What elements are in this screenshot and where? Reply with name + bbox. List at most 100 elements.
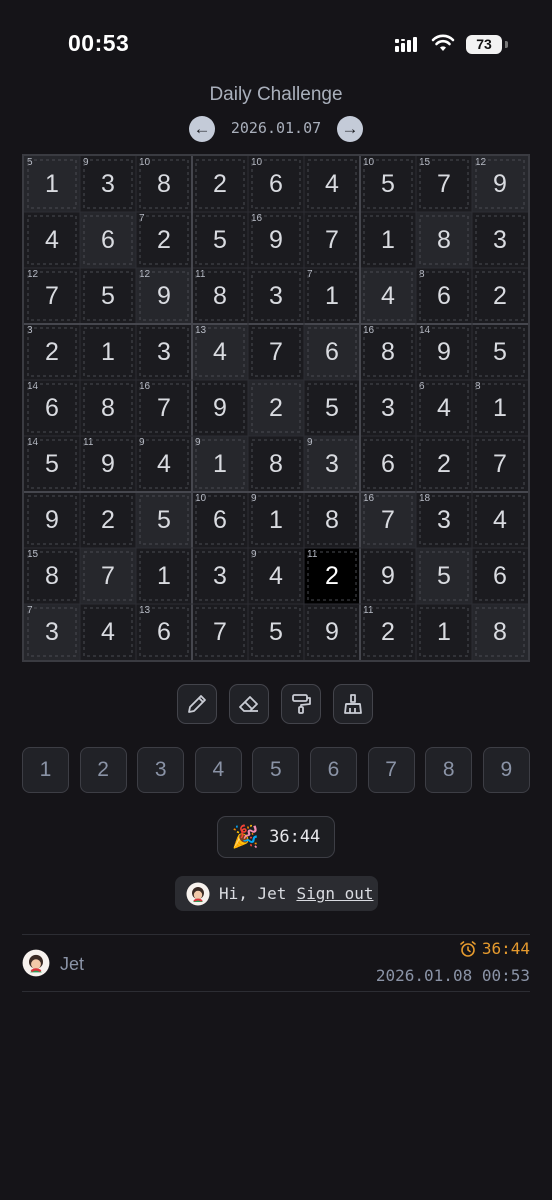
board-cell[interactable]: 3 <box>136 324 192 380</box>
board-cell[interactable]: 8 10 <box>136 156 192 212</box>
board-cell[interactable]: 9 <box>24 492 80 548</box>
board-cell[interactable]: 5 <box>304 380 360 436</box>
board-cell[interactable]: 8 <box>80 380 136 436</box>
number-button[interactable]: 2 <box>79 747 127 793</box>
board-cell[interactable]: 5 <box>472 324 528 380</box>
board-cell[interactable]: 4 13 <box>192 324 248 380</box>
number-button[interactable]: 5 <box>252 747 300 793</box>
board-cell[interactable]: 9 14 <box>416 324 472 380</box>
board-cell[interactable]: 5 10 <box>360 156 416 212</box>
board-cell[interactable]: 5 <box>80 268 136 324</box>
board-cell[interactable]: 7 <box>192 604 248 660</box>
board-cell[interactable]: 9 16 <box>248 212 304 268</box>
cage-sum-label: 9 <box>251 493 257 504</box>
board-cell[interactable]: 2 <box>80 492 136 548</box>
board-cell[interactable]: 7 <box>472 436 528 492</box>
board-cell[interactable]: 4 <box>24 212 80 268</box>
paint-roller-tool-button[interactable] <box>281 684 321 724</box>
number-button[interactable]: 7 <box>367 747 415 793</box>
board-cell[interactable]: 1 <box>360 212 416 268</box>
board-cell[interactable]: 7 <box>80 548 136 604</box>
board-cell[interactable]: 7 16 <box>136 380 192 436</box>
board-cell[interactable]: 9 11 <box>80 436 136 492</box>
board-cell[interactable]: 39 <box>80 156 136 212</box>
sign-out-link[interactable]: Sign out <box>296 884 373 903</box>
board-cell[interactable]: 49 <box>248 548 304 604</box>
board-cell[interactable]: 6 14 <box>24 380 80 436</box>
pencil-tool-button[interactable] <box>177 684 217 724</box>
board-cell[interactable]: 8 <box>304 492 360 548</box>
number-button[interactable]: 3 <box>137 747 185 793</box>
board-cell[interactable]: 37 <box>24 604 80 660</box>
board-cell[interactable]: 6 <box>360 436 416 492</box>
board-cell[interactable]: 15 <box>24 156 80 212</box>
board-cell[interactable]: 9 12 <box>472 156 528 212</box>
board-cell[interactable]: 6 10 <box>248 156 304 212</box>
board-cell[interactable]: 3 18 <box>416 492 472 548</box>
board-cell[interactable]: 19 <box>248 492 304 548</box>
board-cell[interactable]: 8 <box>416 212 472 268</box>
board-cell[interactable]: 6 <box>472 548 528 604</box>
board-cell[interactable]: 9 <box>304 604 360 660</box>
board-cell[interactable]: 7 <box>304 212 360 268</box>
board-cell[interactable]: 6 <box>80 212 136 268</box>
board-cell[interactable]: 9 <box>360 548 416 604</box>
board-cell[interactable]: 2 11 <box>360 604 416 660</box>
board-cell[interactable]: 7 12 <box>24 268 80 324</box>
board-cell[interactable]: 39 <box>304 436 360 492</box>
board-cell[interactable]: 5 14 <box>24 436 80 492</box>
board-cell[interactable]: 2 <box>472 268 528 324</box>
board-cell[interactable]: 49 <box>136 436 192 492</box>
board-cell[interactable]: 7 16 <box>360 492 416 548</box>
board-cell[interactable]: 4 <box>304 156 360 212</box>
board-cell[interactable]: 8 <box>248 436 304 492</box>
board-cell[interactable]: 2 <box>248 380 304 436</box>
board-cell[interactable]: 1 <box>136 548 192 604</box>
number-button[interactable]: 8 <box>425 747 473 793</box>
cell-value: 3 <box>101 169 115 198</box>
number-button[interactable]: 4 <box>194 747 242 793</box>
board-cell[interactable]: 8 <box>472 604 528 660</box>
board-cell[interactable]: 7 <box>248 324 304 380</box>
board-cell[interactable]: 4 <box>360 268 416 324</box>
board-cell[interactable]: 2 <box>192 156 248 212</box>
board-cell[interactable]: 4 <box>472 492 528 548</box>
board-cell[interactable]: 5 <box>136 492 192 548</box>
board-cell[interactable]: 3 <box>248 268 304 324</box>
cell-value: 2 <box>269 393 283 422</box>
previous-day-button[interactable]: ← <box>189 116 215 142</box>
board-cell[interactable]: 5 <box>416 548 472 604</box>
number-button[interactable]: 9 <box>482 747 530 793</box>
eraser-tool-button[interactable] <box>229 684 269 724</box>
number-button[interactable]: 1 <box>22 747 69 793</box>
broom-tool-button[interactable] <box>333 684 373 724</box>
board-cell[interactable]: 9 12 <box>136 268 192 324</box>
board-cell[interactable]: 1 <box>416 604 472 660</box>
board-cell[interactable]: 9 <box>192 380 248 436</box>
board-cell[interactable]: 3 <box>472 212 528 268</box>
board-cell[interactable]: 68 <box>416 268 472 324</box>
board-cell[interactable]: 6 13 <box>136 604 192 660</box>
board-cell[interactable]: 1 <box>80 324 136 380</box>
board-cell[interactable]: 4 <box>80 604 136 660</box>
board-cell[interactable]: 2 11 <box>304 548 360 604</box>
next-day-button[interactable]: → <box>337 116 363 142</box>
board-cell[interactable]: 3 <box>360 380 416 436</box>
board-cell[interactable]: 17 <box>304 268 360 324</box>
board-cell[interactable]: 8 11 <box>192 268 248 324</box>
board-cell[interactable]: 18 <box>472 380 528 436</box>
board-cell[interactable]: 3 <box>192 548 248 604</box>
number-button[interactable]: 6 <box>310 747 357 793</box>
board-cell[interactable]: 46 <box>416 380 472 436</box>
board-cell[interactable]: 19 <box>192 436 248 492</box>
board-cell[interactable]: 5 <box>192 212 248 268</box>
board-cell[interactable]: 23 <box>24 324 80 380</box>
board-cell[interactable]: 8 16 <box>360 324 416 380</box>
board-cell[interactable]: 6 <box>304 324 360 380</box>
board-cell[interactable]: 7 15 <box>416 156 472 212</box>
board-cell[interactable]: 8 15 <box>24 548 80 604</box>
board-cell[interactable]: 27 <box>136 212 192 268</box>
board-cell[interactable]: 5 <box>248 604 304 660</box>
board-cell[interactable]: 2 <box>416 436 472 492</box>
board-cell[interactable]: 6 10 <box>192 492 248 548</box>
